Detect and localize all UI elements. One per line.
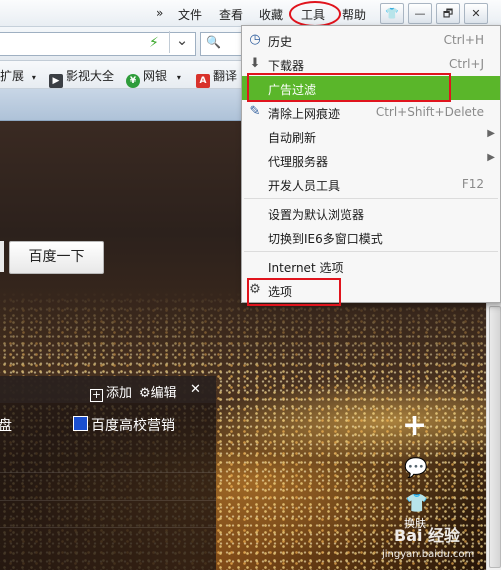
tools-annotation-circle (289, 1, 341, 27)
skin-button[interactable]: 👕 (380, 3, 404, 24)
submenu-arrow-icon: ▶ (487, 128, 495, 139)
menu-help[interactable]: 帮助 (342, 6, 366, 23)
menu-item-label: Internet 选项 (268, 261, 344, 275)
search-input-edge[interactable] (0, 241, 4, 272)
watermark-logo: Bai 经验 (394, 526, 461, 545)
menu-favorites[interactable]: 收藏 (259, 6, 283, 23)
download-icon: ⬇ (249, 56, 261, 71)
image-icon (73, 416, 88, 431)
close-panel-icon[interactable]: ✕ (190, 382, 201, 397)
minimize-button[interactable]: — (408, 3, 432, 24)
options-annotation-box (247, 278, 341, 306)
chat-icon[interactable]: 💬 (404, 456, 428, 479)
fav-extensions-label: 扩展 (0, 69, 25, 83)
watermark-url: jingyan.baidu.com (382, 549, 475, 560)
baidu-search-button[interactable]: 百度一下 (9, 241, 104, 274)
url-input[interactable]: ⚡ ⌄ (0, 31, 196, 56)
tools-menu: ◷ 历史 Ctrl+H ⬇ 下载器 Ctrl+J 广告过滤 ✎ 清除上网痕迹 C… (241, 25, 501, 306)
fav-video[interactable]: ▶ 影视大全 (49, 67, 114, 88)
skin-shirt-icon[interactable]: 👕 (402, 493, 432, 514)
search-icon: 🔍 (206, 35, 221, 49)
nav-divider (0, 500, 216, 501)
add-site-icon[interactable]: + (402, 411, 427, 441)
nav-panel: + 添加 ⚙编辑 ✕ 盘 百度高校营销 (0, 376, 216, 570)
menu-item-label: 开发人员工具 (268, 179, 341, 193)
fav-bank-label: 网银 (143, 69, 168, 83)
menu-bar: » 文件 查看 收藏 工具 帮助 👕 — 🗗 ✕ (0, 0, 501, 27)
menu-item-ie6-mode[interactable]: 切换到IE6多窗口模式 (242, 225, 500, 249)
menu-overflow-chevron[interactable]: » (156, 6, 163, 20)
plus-box-icon: + (90, 388, 103, 402)
nav-link-baidu-campus[interactable]: 百度高校营销 (73, 415, 175, 435)
bank-icon: ¥ (126, 74, 140, 88)
menu-item-proxy[interactable]: 代理服务器 ▶ (242, 148, 500, 172)
menu-item-internet-options[interactable]: Internet 选项 (242, 254, 500, 278)
submenu-arrow-icon: ▶ (487, 152, 495, 163)
menu-item-devtools[interactable]: 开发人员工具 F12 (242, 172, 500, 196)
close-window-button[interactable]: ✕ (464, 3, 488, 24)
fav-extensions[interactable]: 扩展 ▾ (0, 67, 36, 84)
menu-item-label: 自动刷新 (268, 131, 317, 145)
menu-item-shortcut: Ctrl+Shift+Delete (375, 105, 484, 119)
menu-item-auto-refresh[interactable]: 自动刷新 ▶ (242, 124, 500, 148)
menu-item-history[interactable]: ◷ 历史 Ctrl+H (242, 28, 500, 52)
nav-divider (0, 472, 216, 473)
menu-separator (244, 251, 498, 252)
nav-panel-header: + 添加 ⚙编辑 ✕ (0, 376, 216, 403)
baidu-jingyan-watermark: Bai 经验 jingyan.baidu.com (380, 522, 490, 568)
edit-label: 编辑 (150, 386, 177, 401)
search-engine-selector[interactable]: 🔍 (200, 32, 246, 56)
add-label: 添加 (106, 386, 133, 401)
menu-item-shortcut: Ctrl+H (443, 33, 484, 47)
menu-item-label: 代理服务器 (268, 155, 329, 169)
menu-item-label: 切换到IE6多窗口模式 (268, 232, 383, 246)
fav-bank[interactable]: ¥ 网银 ▾ (126, 67, 181, 88)
nav-link-pan[interactable]: 盘 (0, 415, 12, 435)
menu-item-shortcut: Ctrl+J (449, 57, 484, 71)
menu-item-label: 历史 (268, 35, 293, 49)
ad-filter-annotation-box (247, 73, 451, 102)
fav-translate[interactable]: A 翻译 (196, 67, 237, 88)
menu-view[interactable]: 查看 (219, 6, 243, 23)
restore-button[interactable]: 🗗 (436, 3, 460, 24)
fav-video-label: 影视大全 (66, 69, 115, 83)
menu-item-label: 清除上网痕迹 (268, 107, 341, 121)
url-dropdown-icon[interactable]: ⌄ (169, 31, 194, 53)
menu-item-shortcut: F12 (461, 177, 484, 191)
video-icon: ▶ (49, 74, 63, 88)
menu-file[interactable]: 文件 (178, 6, 202, 23)
eraser-icon: ✎ (249, 104, 261, 119)
gear-icon: ⚙ (139, 386, 151, 401)
add-button[interactable]: + 添加 (90, 382, 132, 402)
clock-icon: ◷ (249, 32, 261, 47)
chevron-down-icon: ▾ (176, 73, 181, 82)
menu-item-clear-traces[interactable]: ✎ 清除上网痕迹 Ctrl+Shift+Delete (242, 100, 500, 124)
menu-item-set-default[interactable]: 设置为默认浏览器 (242, 201, 500, 225)
scrollbar-thumb[interactable] (489, 306, 501, 568)
translate-icon: A (196, 74, 210, 88)
nav-divider (0, 527, 216, 528)
fav-translate-label: 翻译 (213, 69, 238, 83)
menu-item-label: 下载器 (268, 59, 305, 73)
edit-button[interactable]: ⚙编辑 (139, 382, 177, 401)
nav-link-baidu-campus-label: 百度高校营销 (91, 418, 175, 434)
menu-item-label: 设置为默认浏览器 (268, 208, 365, 222)
menu-separator (244, 198, 498, 199)
chevron-down-icon: ▾ (31, 73, 36, 82)
lightning-icon[interactable]: ⚡ (149, 35, 159, 51)
